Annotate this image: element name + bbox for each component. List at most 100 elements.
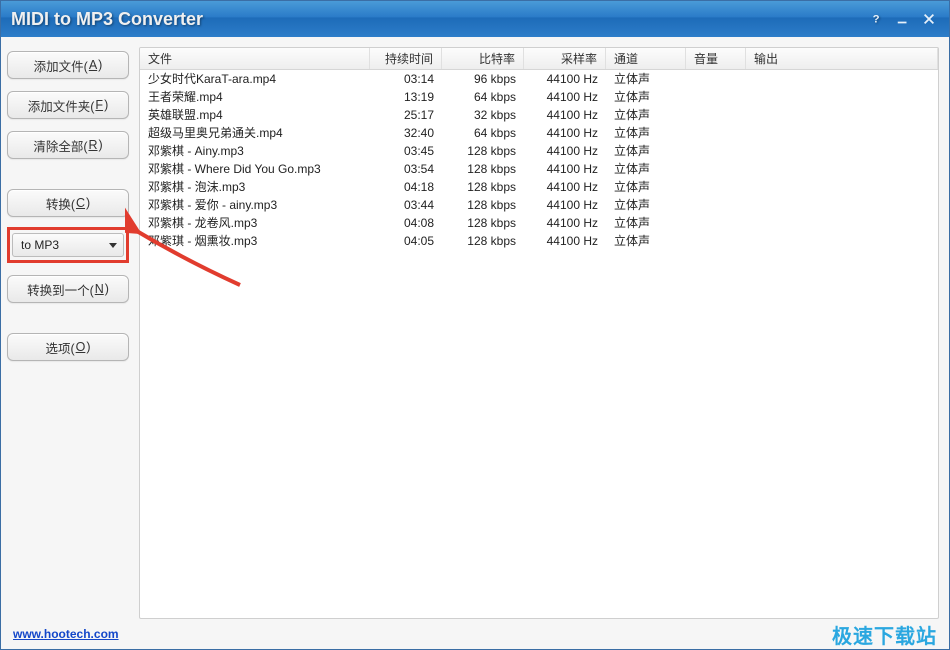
cell: 128 kbps — [442, 196, 524, 214]
cell: 64 kbps — [442, 124, 524, 142]
cell: 英雄联盟.mp4 — [140, 106, 370, 124]
title-bar: MIDI to MP3 Converter ? — [1, 1, 949, 37]
table-row[interactable]: 邓紫棋 - Where Did You Go.mp303:54128 kbps4… — [140, 160, 938, 178]
cell: 44100 Hz — [524, 88, 606, 106]
close-button[interactable] — [919, 9, 939, 29]
cell — [686, 232, 746, 250]
format-value: to MP3 — [21, 238, 59, 252]
cell — [746, 88, 938, 106]
col-channels[interactable]: 通道 — [606, 48, 686, 69]
add-file-button[interactable]: 添加文件(A) — [7, 51, 129, 79]
close-icon — [922, 12, 936, 26]
cell — [686, 106, 746, 124]
cell — [746, 124, 938, 142]
options-button[interactable]: 选项(O) — [7, 333, 129, 361]
cell — [746, 160, 938, 178]
watermark-text: 极速下载站 — [832, 620, 937, 649]
col-volume[interactable]: 音量 — [686, 48, 746, 69]
table-row[interactable]: 少女时代KaraT-ara.mp403:1496 kbps44100 Hz立体声 — [140, 70, 938, 88]
table-body[interactable]: 少女时代KaraT-ara.mp403:1496 kbps44100 Hz立体声… — [140, 70, 938, 618]
cell: 超级马里奥兄弟通关.mp4 — [140, 124, 370, 142]
cell — [686, 214, 746, 232]
question-icon: ? — [870, 12, 884, 26]
cell — [686, 160, 746, 178]
col-output[interactable]: 输出 — [746, 48, 938, 69]
minimize-icon — [896, 12, 910, 26]
table-header: 文件 持续时间 比特率 采样率 通道 音量 输出 — [140, 48, 938, 70]
cell: 04:05 — [370, 232, 442, 250]
table-row[interactable]: 邓紫棋 - Ainy.mp303:45128 kbps44100 Hz立体声 — [140, 142, 938, 160]
cell: 立体声 — [606, 214, 686, 232]
cell: 96 kbps — [442, 70, 524, 88]
cell — [746, 178, 938, 196]
cell: 立体声 — [606, 232, 686, 250]
cell: 04:18 — [370, 178, 442, 196]
cell: 128 kbps — [442, 232, 524, 250]
cell: 44100 Hz — [524, 196, 606, 214]
cell: 04:08 — [370, 214, 442, 232]
cell: 立体声 — [606, 178, 686, 196]
convert-to-one-button[interactable]: 转换到一个(N) — [7, 275, 129, 303]
cell: 44100 Hz — [524, 142, 606, 160]
cell: 邓紫棋 - Where Did You Go.mp3 — [140, 160, 370, 178]
minimize-button[interactable] — [893, 9, 913, 29]
table-row[interactable]: 邓紫棋 - 龙卷风.mp304:08128 kbps44100 Hz立体声 — [140, 214, 938, 232]
cell — [686, 124, 746, 142]
cell: 立体声 — [606, 88, 686, 106]
window-body: 添加文件(A) 添加文件夹(F) 清除全部(R) 转换(C) to MP3 转换… — [1, 37, 949, 619]
cell: 32:40 — [370, 124, 442, 142]
cell: 邓紫棋 - 泡沫.mp3 — [140, 178, 370, 196]
format-highlight-box: to MP3 — [7, 227, 129, 263]
table-row[interactable]: 邓紫琪 - 烟熏妆.mp304:05128 kbps44100 Hz立体声 — [140, 232, 938, 250]
cell: 邓紫琪 - 烟熏妆.mp3 — [140, 232, 370, 250]
col-duration[interactable]: 持续时间 — [370, 48, 442, 69]
col-file[interactable]: 文件 — [140, 48, 370, 69]
add-folder-button[interactable]: 添加文件夹(F) — [7, 91, 129, 119]
cell: 立体声 — [606, 196, 686, 214]
cell — [746, 142, 938, 160]
cell: 25:17 — [370, 106, 442, 124]
cell: 44100 Hz — [524, 178, 606, 196]
format-select[interactable]: to MP3 — [12, 233, 124, 257]
col-bitrate[interactable]: 比特率 — [442, 48, 524, 69]
cell: 128 kbps — [442, 214, 524, 232]
svg-text:?: ? — [873, 14, 880, 26]
cell — [686, 196, 746, 214]
help-button[interactable]: ? — [867, 9, 887, 29]
cell: 44100 Hz — [524, 160, 606, 178]
cell — [686, 142, 746, 160]
cell — [746, 232, 938, 250]
clear-all-button[interactable]: 清除全部(R) — [7, 131, 129, 159]
table-row[interactable]: 超级马里奥兄弟通关.mp432:4064 kbps44100 Hz立体声 — [140, 124, 938, 142]
cell: 立体声 — [606, 124, 686, 142]
app-window: MIDI to MP3 Converter ? 添加文件(A) 添加文件夹(F)… — [0, 0, 950, 650]
cell: 44100 Hz — [524, 70, 606, 88]
cell: 13:19 — [370, 88, 442, 106]
table-row[interactable]: 邓紫棋 - 泡沫.mp304:18128 kbps44100 Hz立体声 — [140, 178, 938, 196]
table-row[interactable]: 王者荣耀.mp413:1964 kbps44100 Hz立体声 — [140, 88, 938, 106]
cell: 44100 Hz — [524, 232, 606, 250]
chevron-down-icon — [109, 243, 117, 248]
cell: 邓紫棋 - 龙卷风.mp3 — [140, 214, 370, 232]
table-row[interactable]: 邓紫棋 - 爱你 - ainy.mp303:44128 kbps44100 Hz… — [140, 196, 938, 214]
cell: 128 kbps — [442, 160, 524, 178]
cell — [686, 178, 746, 196]
cell — [686, 70, 746, 88]
cell: 44100 Hz — [524, 124, 606, 142]
cell — [746, 70, 938, 88]
table-row[interactable]: 英雄联盟.mp425:1732 kbps44100 Hz立体声 — [140, 106, 938, 124]
cell: 邓紫棋 - 爱你 - ainy.mp3 — [140, 196, 370, 214]
sidebar: 添加文件(A) 添加文件夹(F) 清除全部(R) 转换(C) to MP3 转换… — [7, 47, 129, 619]
cell: 128 kbps — [442, 178, 524, 196]
vendor-link[interactable]: www.hootech.com — [13, 627, 119, 641]
cell: 64 kbps — [442, 88, 524, 106]
cell — [746, 196, 938, 214]
cell: 03:45 — [370, 142, 442, 160]
col-samplerate[interactable]: 采样率 — [524, 48, 606, 69]
cell: 03:54 — [370, 160, 442, 178]
file-table: 文件 持续时间 比特率 采样率 通道 音量 输出 少女时代KaraT-ara.m… — [139, 47, 939, 619]
cell: 128 kbps — [442, 142, 524, 160]
cell: 立体声 — [606, 106, 686, 124]
convert-button[interactable]: 转换(C) — [7, 189, 129, 217]
cell: 03:14 — [370, 70, 442, 88]
